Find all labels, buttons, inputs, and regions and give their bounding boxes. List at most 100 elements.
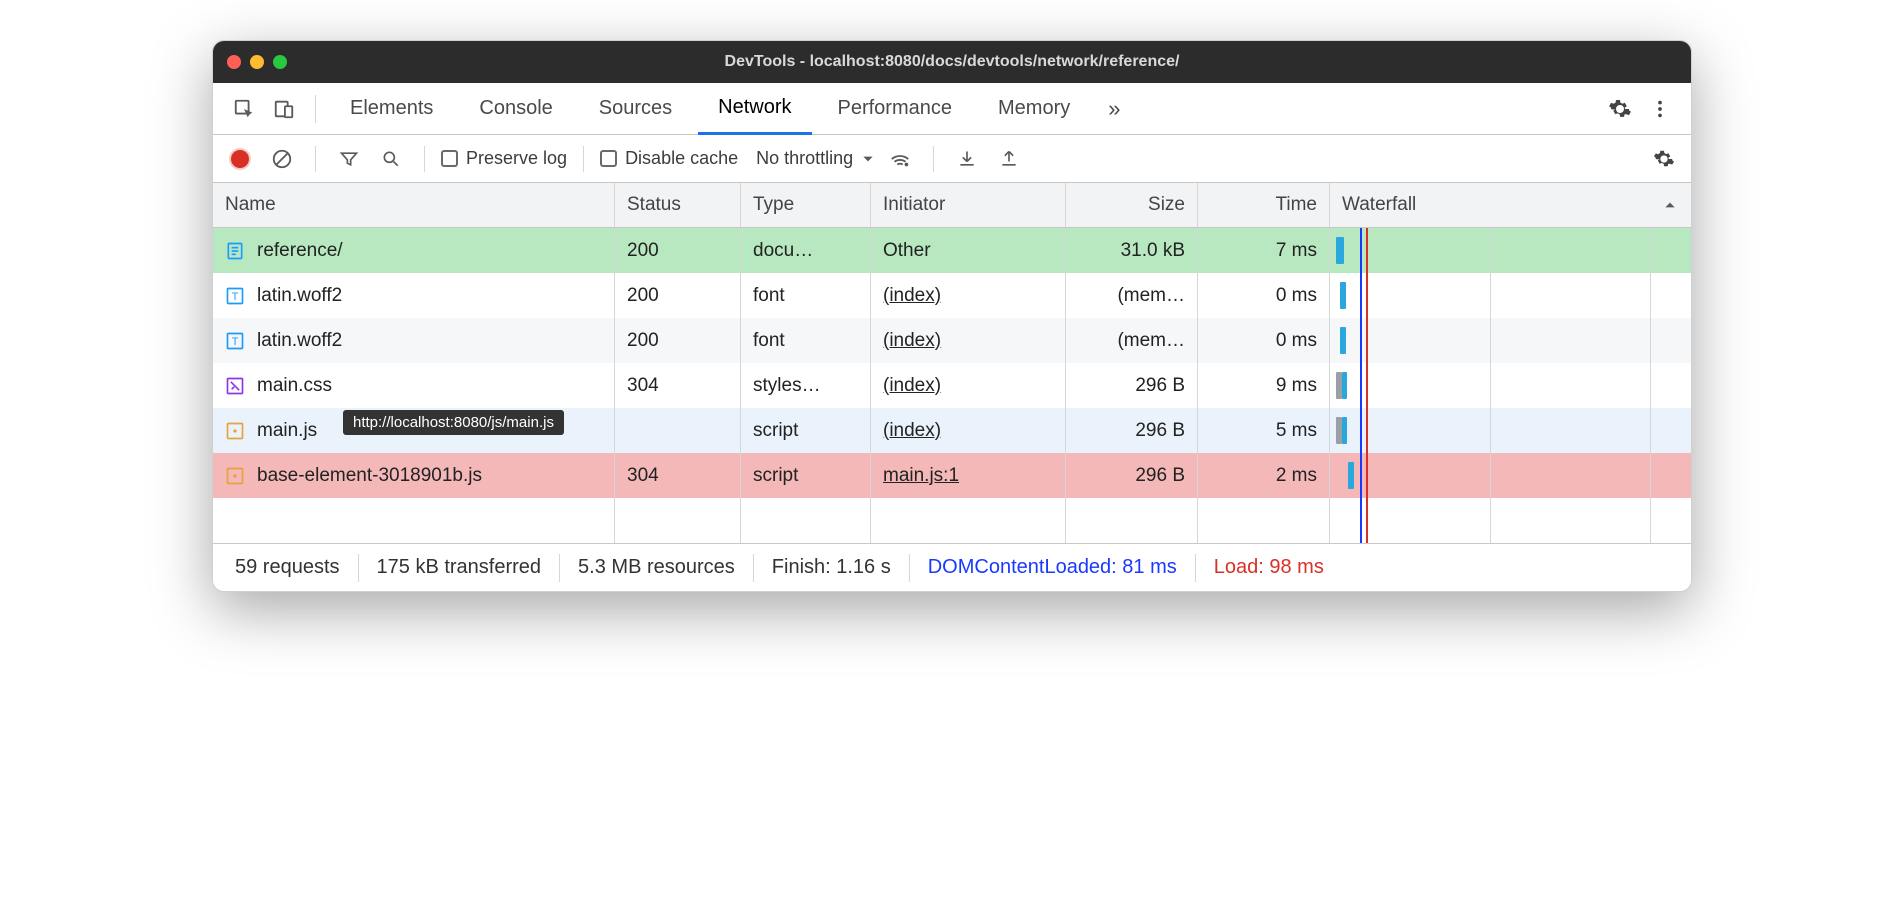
- cell-type: styles…: [741, 363, 871, 408]
- status-requests: 59 requests: [217, 552, 358, 584]
- cell-waterfall: [1330, 453, 1691, 498]
- kebab-menu-icon[interactable]: [1643, 92, 1677, 126]
- tab-console[interactable]: Console: [459, 83, 572, 135]
- cell-waterfall: [1330, 363, 1691, 408]
- col-waterfall[interactable]: Waterfall: [1330, 183, 1691, 227]
- toolbar-divider: [315, 95, 316, 123]
- cell-initiator[interactable]: main.js:1: [871, 453, 1066, 498]
- cell-initiator[interactable]: Other: [871, 228, 1066, 273]
- export-har-icon[interactable]: [992, 142, 1026, 176]
- request-name: latin.woff2: [257, 285, 342, 307]
- cell-waterfall: [1330, 273, 1691, 318]
- cell-name[interactable]: Tlatin.woff2: [213, 273, 615, 318]
- status-load: Load: 98 ms: [1196, 552, 1342, 584]
- settings-gear-icon[interactable]: [1603, 92, 1637, 126]
- table-row[interactable]: reference/200docu…Other31.0 kB7 ms: [213, 228, 1691, 273]
- cell-initiator[interactable]: (index): [871, 273, 1066, 318]
- cell-initiator[interactable]: (index): [871, 318, 1066, 363]
- zoom-window-button[interactable]: [273, 55, 287, 69]
- window-title: DevTools - localhost:8080/docs/devtools/…: [213, 53, 1691, 71]
- record-button[interactable]: [223, 142, 257, 176]
- cell-initiator[interactable]: (index): [871, 408, 1066, 453]
- cell-time: 2 ms: [1198, 453, 1330, 498]
- col-size[interactable]: Size: [1066, 183, 1198, 227]
- col-status[interactable]: Status: [615, 183, 741, 227]
- cell-type: script: [741, 453, 871, 498]
- cell-name[interactable]: reference/: [213, 228, 615, 273]
- chevron-down-icon: [861, 152, 875, 166]
- cell-size: 31.0 kB: [1066, 228, 1198, 273]
- table-row-empty: [213, 498, 1691, 543]
- status-domcontentloaded: DOMContentLoaded: 81 ms: [910, 552, 1195, 584]
- request-name: main.css: [257, 375, 332, 397]
- tab-memory[interactable]: Memory: [978, 83, 1090, 135]
- font-file-icon: T: [225, 286, 245, 306]
- cell-initiator[interactable]: (index): [871, 363, 1066, 408]
- doc-file-icon: [225, 241, 245, 261]
- cell-size: (mem…: [1066, 318, 1198, 363]
- cell-status: 304: [615, 363, 741, 408]
- throttling-select[interactable]: No throttling: [756, 148, 875, 169]
- col-initiator[interactable]: Initiator: [871, 183, 1066, 227]
- svg-text:T: T: [232, 291, 239, 303]
- sort-ascending-icon: [1663, 198, 1677, 212]
- search-icon[interactable]: [374, 142, 408, 176]
- cell-type: font: [741, 318, 871, 363]
- col-time[interactable]: Time: [1198, 183, 1330, 227]
- inspect-element-icon[interactable]: [227, 92, 261, 126]
- cell-type: font: [741, 273, 871, 318]
- table-row[interactable]: base-element-3018901b.js 304scriptmain.js…: [213, 453, 1691, 498]
- cell-status: 200: [615, 318, 741, 363]
- throttling-label: No throttling: [756, 148, 853, 169]
- disable-cache-checkbox[interactable]: Disable cache: [600, 148, 738, 169]
- preserve-log-label: Preserve log: [466, 148, 567, 169]
- more-panels-button[interactable]: »: [1096, 83, 1132, 135]
- cell-time: 0 ms: [1198, 273, 1330, 318]
- col-name[interactable]: Name: [213, 183, 615, 227]
- table-row[interactable]: main.jshttp://localhost:8080/js/main.js s…: [213, 408, 1691, 453]
- cell-time: 7 ms: [1198, 228, 1330, 273]
- status-transferred: 175 kB transferred: [359, 552, 560, 584]
- tab-performance[interactable]: Performance: [818, 83, 973, 135]
- clear-button[interactable]: [265, 142, 299, 176]
- cell-name[interactable]: main.jshttp://localhost:8080/js/main.js: [213, 408, 615, 453]
- filter-icon[interactable]: [332, 142, 366, 176]
- network-toolbar: Preserve log Disable cache No throttling: [213, 135, 1691, 183]
- close-window-button[interactable]: [227, 55, 241, 69]
- tab-elements[interactable]: Elements: [330, 83, 453, 135]
- import-har-icon[interactable]: [950, 142, 984, 176]
- tab-network[interactable]: Network: [698, 83, 811, 135]
- network-settings-gear-icon[interactable]: [1647, 142, 1681, 176]
- network-conditions-icon[interactable]: [883, 142, 917, 176]
- disable-cache-label: Disable cache: [625, 148, 738, 169]
- table-row[interactable]: Tlatin.woff2200font(index)(mem…0 ms: [213, 318, 1691, 363]
- cell-name[interactable]: base-element-3018901b.js: [213, 453, 615, 498]
- request-name: latin.woff2: [257, 330, 342, 352]
- cell-name[interactable]: Tlatin.woff2: [213, 318, 615, 363]
- device-toolbar-icon[interactable]: [267, 92, 301, 126]
- cell-waterfall: [1330, 318, 1691, 363]
- font-file-icon: T: [225, 331, 245, 351]
- cell-time: 0 ms: [1198, 318, 1330, 363]
- js-file-icon: [225, 421, 245, 441]
- cell-size: (mem…: [1066, 273, 1198, 318]
- cell-time: 9 ms: [1198, 363, 1330, 408]
- devtools-panel-tabs: ElementsConsoleSourcesNetworkPerformance…: [213, 83, 1691, 135]
- cell-time: 5 ms: [1198, 408, 1330, 453]
- cell-waterfall: [1330, 228, 1691, 273]
- cell-size: 296 B: [1066, 453, 1198, 498]
- table-row[interactable]: Tlatin.woff2200font(index)(mem…0 ms: [213, 273, 1691, 318]
- cell-status: 200: [615, 273, 741, 318]
- minimize-window-button[interactable]: [250, 55, 264, 69]
- cell-name[interactable]: main.css: [213, 363, 615, 408]
- cell-type: script: [741, 408, 871, 453]
- network-status-bar: 59 requests 175 kB transferred 5.3 MB re…: [213, 543, 1691, 591]
- preserve-log-checkbox[interactable]: Preserve log: [441, 148, 567, 169]
- request-name: reference/: [257, 240, 343, 262]
- cell-status: 304: [615, 453, 741, 498]
- col-type[interactable]: Type: [741, 183, 871, 227]
- tab-sources[interactable]: Sources: [579, 83, 692, 135]
- cell-type: docu…: [741, 228, 871, 273]
- table-row[interactable]: main.css304styles…(index)296 B9 ms: [213, 363, 1691, 408]
- request-name: base-element-3018901b.js: [257, 465, 482, 487]
